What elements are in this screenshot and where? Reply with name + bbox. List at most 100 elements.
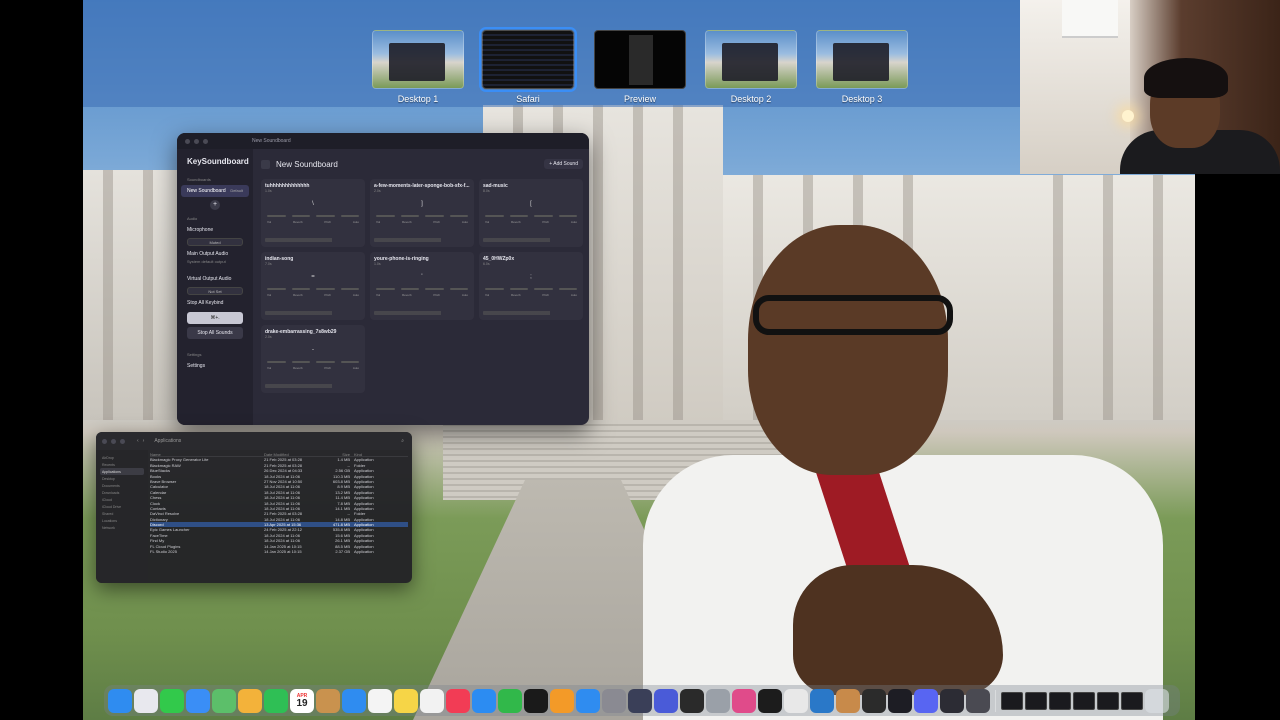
minimized-window[interactable]	[1049, 691, 1071, 710]
space-3[interactable]: Desktop 2	[705, 30, 797, 104]
sidebar-toggle-icon[interactable]	[261, 159, 270, 169]
column-header[interactable]: Kind	[354, 452, 408, 457]
finder-sidebar-item[interactable]: Downloads	[100, 489, 144, 496]
simulator-icon[interactable]	[966, 688, 990, 713]
trash-icon[interactable]	[1145, 688, 1169, 713]
sound-keybind[interactable]: '	[411, 272, 433, 282]
chrome-icon[interactable]	[784, 688, 808, 713]
minimized-window[interactable]	[1025, 691, 1047, 710]
robot-icon[interactable]	[732, 688, 756, 713]
calendar-icon[interactable]: APR 19	[290, 688, 314, 713]
maps-icon[interactable]	[212, 688, 236, 713]
virtual-output-select[interactable]: Not Set	[187, 287, 243, 295]
space-thumbnail[interactable]	[705, 30, 797, 89]
sound-keybind[interactable]: =	[302, 272, 324, 282]
system-settings-icon[interactable]	[602, 688, 626, 713]
sound-sliders[interactable]	[267, 288, 359, 291]
stop-all-sounds-button[interactable]: Stop All Sounds	[187, 327, 243, 339]
finder-sidebar-item[interactable]: AirDrop	[100, 454, 144, 461]
sound-sliders[interactable]	[267, 361, 359, 364]
unity-icon[interactable]	[680, 688, 704, 713]
sound-card[interactable]: drake-embarrassing_7s8wb29 2.0s - Vol Reverb…	[261, 325, 365, 393]
space-thumbnail[interactable]	[594, 30, 686, 89]
space-thumbnail[interactable]	[816, 30, 908, 89]
safari-icon[interactable]	[342, 688, 366, 713]
column-header[interactable]: Name	[150, 452, 264, 456]
sound-card[interactable]: a-few-moments-later-sponge-bob-sfx-f... 2…	[370, 179, 474, 247]
finder-sidebar-item[interactable]: Applications	[100, 468, 144, 475]
reminders-box-icon[interactable]	[316, 688, 340, 713]
preview-icon[interactable]	[836, 688, 860, 713]
minimized-window[interactable]	[1121, 691, 1143, 710]
sound-sliders[interactable]	[485, 215, 577, 218]
zoom-window-icon[interactable]	[120, 438, 125, 444]
terminal-icon[interactable]	[758, 688, 782, 713]
finder-icon[interactable]	[108, 688, 132, 713]
sound-card[interactable]: 45_0HWZp0x 6.0s; Vol Reverb Pitch Auto	[479, 252, 583, 320]
messages-icon[interactable]	[160, 688, 184, 713]
finder-sidebar-item[interactable]: Shared	[100, 510, 144, 517]
numbers-icon[interactable]	[498, 688, 522, 713]
minimized-window[interactable]	[1001, 691, 1023, 710]
sound-card[interactable]: tuhhhhhhhhhhhhh 1.0s \ Vol Reverb Pitch Auto	[261, 179, 365, 247]
audio-icon[interactable]	[888, 688, 912, 713]
sound-sliders[interactable]	[376, 215, 468, 218]
stop-all-keybind-field[interactable]: ⌘+.	[187, 312, 243, 324]
space-0[interactable]: Desktop 1	[372, 30, 464, 104]
sound-keybind[interactable]: [	[520, 199, 542, 209]
minimize-window-icon[interactable]	[111, 438, 116, 444]
close-window-icon[interactable]	[185, 138, 190, 144]
help-icon[interactable]	[706, 688, 730, 713]
space-1[interactable]: Safari	[479, 27, 577, 104]
space-thumbnail[interactable]	[372, 30, 464, 89]
davinci-icon[interactable]	[628, 688, 652, 713]
add-sound-button[interactable]: + Add Sound	[544, 159, 583, 169]
back-icon[interactable]: ‹	[137, 438, 139, 444]
sound-keybind[interactable]: ]	[411, 199, 433, 209]
sound-keybind[interactable]: ;	[520, 272, 542, 282]
search-icon[interactable]: ⌕	[401, 438, 404, 444]
sound-sliders[interactable]	[267, 215, 359, 218]
column-header[interactable]: Size	[328, 452, 354, 457]
appstore-icon[interactable]	[576, 688, 600, 713]
zoom-window-icon[interactable]	[203, 138, 208, 144]
main-output-value[interactable]: System default output	[181, 256, 249, 267]
finder-sidebar-item[interactable]: Documents	[100, 482, 144, 489]
sidebar-item-settings[interactable]: Settings	[181, 360, 249, 372]
space-thumbnail[interactable]	[479, 27, 577, 92]
screens-icon[interactable]	[654, 688, 678, 713]
sound-sliders[interactable]	[485, 288, 577, 291]
finder-sidebar-item[interactable]: Desktop	[100, 475, 144, 482]
forward-icon[interactable]: ›	[143, 438, 145, 444]
finder-sidebar-item[interactable]: iCloud Drive	[100, 503, 144, 510]
reminders-icon[interactable]	[368, 688, 392, 713]
finder-sidebar-item[interactable]: iCloud	[100, 496, 144, 503]
obs-icon[interactable]	[940, 688, 964, 713]
sound-keybind[interactable]: \	[302, 199, 324, 209]
keynote-icon[interactable]	[472, 688, 496, 713]
sidebar-item-current-board[interactable]: New Soundboard Default	[181, 185, 249, 197]
sound-card[interactable]: sad-music 8.0s[Vol Reverb Pitch Auto	[479, 179, 583, 247]
space-4[interactable]: Desktop 3	[816, 30, 908, 104]
space-2[interactable]: Preview	[594, 30, 686, 104]
sound-sliders[interactable]	[376, 288, 468, 291]
finder-sidebar-item[interactable]: Network	[100, 524, 144, 531]
launchpad-icon[interactable]	[134, 688, 158, 713]
music-icon[interactable]	[446, 688, 470, 713]
microphone-select[interactable]: Muted	[187, 238, 243, 246]
mail-icon[interactable]	[186, 688, 210, 713]
finder-sidebar-item[interactable]: Recents	[100, 461, 144, 468]
add-board-button[interactable]: +	[210, 200, 220, 210]
freeform-icon[interactable]	[420, 688, 444, 713]
sound-card[interactable]: youre-phone-is-ringing 1.0s ' Vol Reverb Pitc…	[370, 252, 474, 320]
sound-keybind[interactable]: -	[302, 345, 324, 355]
close-window-icon[interactable]	[102, 438, 107, 444]
console-icon[interactable]	[862, 688, 886, 713]
notes-icon[interactable]	[394, 688, 418, 713]
pages-icon[interactable]	[550, 688, 574, 713]
vscode-icon[interactable]	[810, 688, 834, 713]
minimized-window[interactable]	[1073, 691, 1095, 710]
table-row[interactable]: FL Studio 2025 14 Jan 2025 at 10:15 2.37 G…	[150, 549, 408, 554]
keysoundboard-titlebar[interactable]: New Soundboard	[177, 133, 589, 149]
column-header[interactable]: Date Modified	[264, 452, 328, 457]
